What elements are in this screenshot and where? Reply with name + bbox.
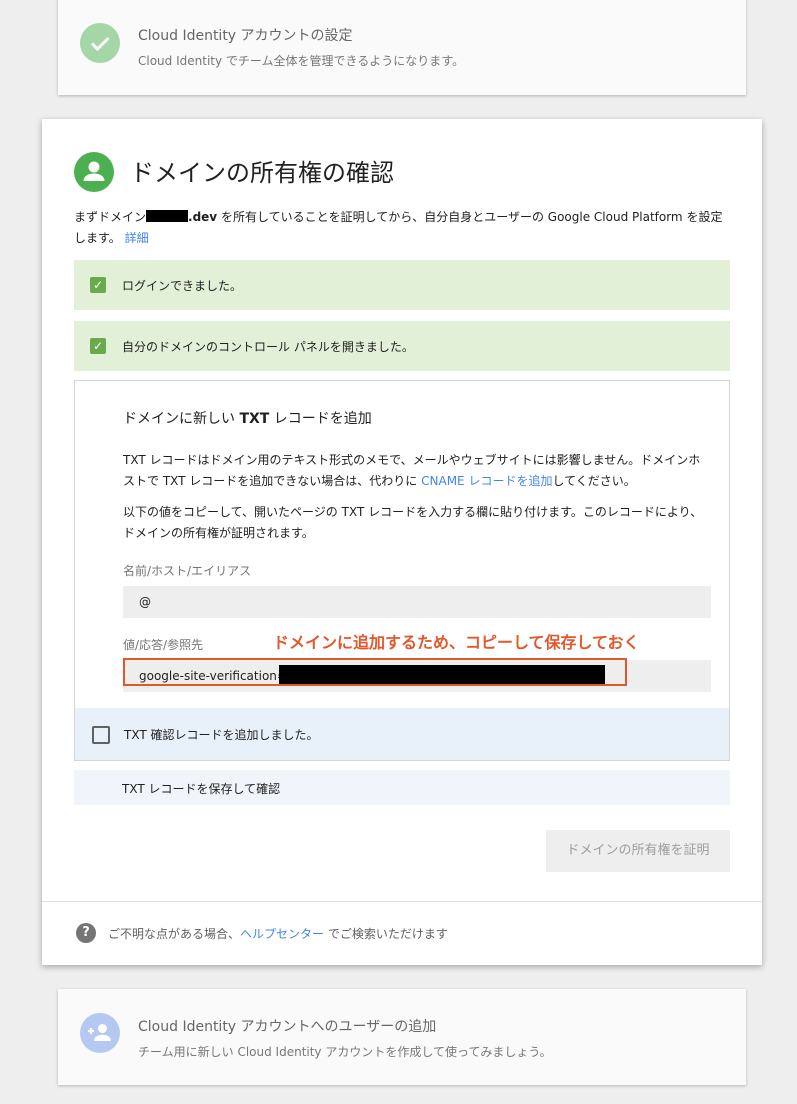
value-field-label: 値/応答/参照先 [123,638,204,652]
txt-record-panel: ドメインに新しい TXT レコードを追加 TXT レコードはドメイン用のテキスト… [74,380,730,761]
save-label: TXT レコードを保存して確認 [122,782,281,796]
txt-panel-title: ドメインに新しい TXT レコードを追加 [123,408,372,428]
verify-domain-button[interactable]: ドメインの所有権を証明 [546,830,730,872]
para1-after: してください。 [552,474,636,488]
redacted-verification-code [279,665,605,684]
help-text: ご不明な点がある場合、ヘルプセンター でご検索いただけます [108,925,448,942]
redacted-domain [146,210,189,222]
txt-instructions: 以下の値をコピーして、開いたページの TXT レコードを入力する欄に貼り付けます… [123,505,703,540]
name-field[interactable]: @ [123,586,711,618]
success-label: 自分のドメインのコントロール パネルを開きました。 [122,340,414,354]
name-field-label: 名前/ホスト/エイリアス [123,564,252,578]
confirm-txt-row[interactable]: TXT 確認レコードを追加しました。 [75,708,729,760]
step-subtitle: チーム用に新しい Cloud Identity アカウントを作成して使ってみまし… [138,1045,552,1059]
intro-text: まずドメイン .dev を所有していることを証明してから、自分自身とユーザーの G… [74,207,734,249]
step-subtitle: Cloud Identity でチーム全体を管理できるようになります。 [138,54,465,68]
details-link[interactable]: 詳細 [125,231,149,245]
success-row-control-panel: ✓ 自分のドメインのコントロール パネルを開きました。 [74,321,730,371]
page-title: ドメインの所有権の確認 [130,159,394,187]
checkmark-icon: ✓ [90,277,106,293]
help-after: でご検索いただけます [324,927,448,941]
domain-suffix: .dev [188,210,218,224]
checkmark-icon: ✓ [90,338,106,354]
intro-before: まずドメイン [74,210,147,224]
save-and-verify-row[interactable]: TXT レコードを保存して確認 [74,770,730,805]
person-icon [74,152,114,192]
success-label: ログインできました。 [122,279,243,293]
success-row-login: ✓ ログインできました。 [74,260,730,310]
txt-title-after: レコードを追加 [269,411,372,427]
help-center-link[interactable]: ヘルプセンター [240,927,324,941]
check-circle-icon [80,23,120,63]
cname-link[interactable]: CNAME レコードを追加 [421,474,552,488]
divider [42,901,762,902]
domain-verification-card: ドメインの所有権の確認 まずドメイン .dev を所有していることを証明してから、… [42,119,762,965]
annotation-note: ドメインに追加するため、コピーして保存しておく [273,633,640,652]
help-icon: ? [76,923,96,943]
name-field-value: @ [139,595,151,609]
txt-explanation: TXT レコードはドメイン用のテキスト形式のメモで、メールやウェブサイトには影響… [123,450,709,492]
txt-added-checkbox[interactable] [92,726,110,744]
step-card-cloud-identity-setup[interactable]: Cloud Identity アカウントの設定 Cloud Identity で… [58,0,746,95]
confirm-label: TXT 確認レコードを追加しました。 [124,728,319,742]
add-user-icon [80,1013,120,1053]
txt-title-before: ドメインに新しい [123,411,240,427]
step-title: Cloud Identity アカウントへのユーザーの追加 [138,1019,437,1035]
help-before: ご不明な点がある場合、 [108,927,241,941]
txt-title-bold: TXT [239,411,270,427]
step-card-add-users[interactable]: Cloud Identity アカウントへのユーザーの追加 チーム用に新しい C… [58,989,746,1085]
step-title: Cloud Identity アカウントの設定 [138,28,353,44]
